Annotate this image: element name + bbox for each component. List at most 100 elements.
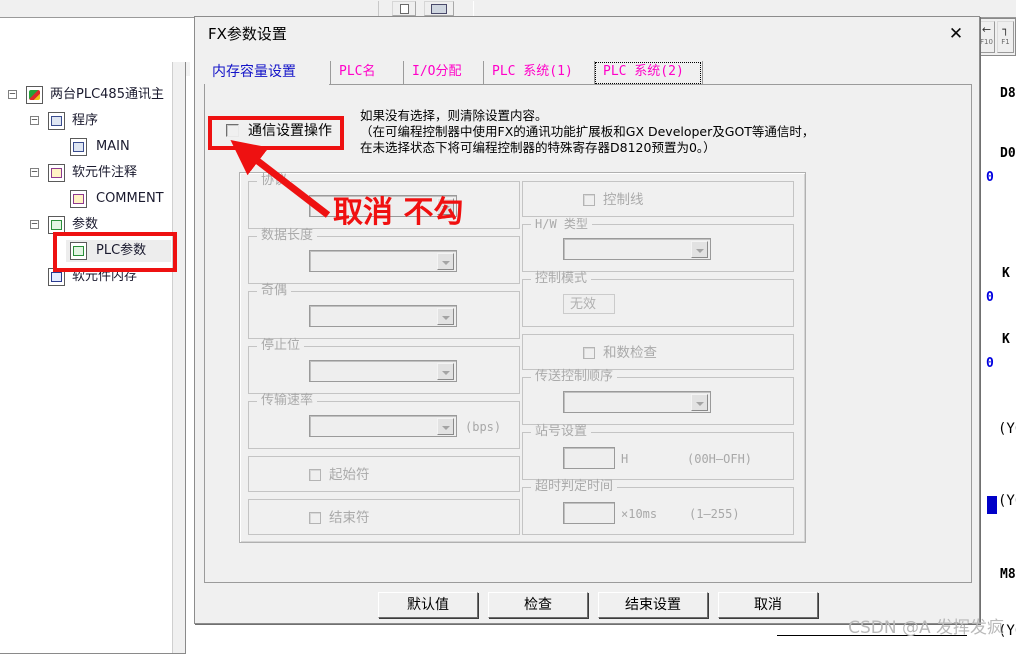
ladder-label: D8 (1000, 86, 1016, 101)
function-key-f10[interactable]: ← F10 (978, 21, 995, 53)
protocol-group: 协议 (248, 174, 520, 229)
chevron-down-icon[interactable] (437, 198, 454, 215)
tree-node-project[interactable]: – 两台PLC485通讯主 (4, 82, 171, 108)
ladder-label: M8 (1000, 567, 1016, 582)
tab-io-assignment[interactable]: I/O分配 (403, 61, 483, 85)
baud-rate-label: 传输速率 (257, 394, 318, 408)
checkbox-box[interactable] (583, 347, 595, 359)
tree-node-label: COMMENT (96, 191, 164, 206)
print-icon (431, 4, 447, 14)
timeout-group: 超时判定时间 ×10ms (1—255) (522, 480, 794, 535)
finish-setup-button[interactable]: 结束设置 (598, 592, 708, 618)
function-key-f1[interactable]: ┐ F1 (997, 21, 1014, 53)
tree-vertical-scrollbar[interactable] (172, 62, 185, 653)
start-char-label: 起始符 (329, 467, 370, 483)
tab-strip-end: . (702, 61, 719, 85)
chevron-down-icon[interactable] (437, 363, 454, 380)
ladder-value: 0 (986, 356, 994, 371)
dialog-titlebar: FX参数设置 ✕ (195, 17, 979, 49)
sum-check-group: 和数检查 (522, 334, 794, 370)
tab-plc-name[interactable]: PLC名 (330, 61, 403, 85)
ladder-value: 0 (986, 290, 994, 305)
control-mode-group: 控制模式 无效 (522, 272, 794, 327)
checkbox-box[interactable] (309, 469, 321, 481)
checkbox-box[interactable] (226, 124, 239, 137)
control-line-label: 控制线 (603, 192, 644, 208)
dialog-description: 如果没有选择，则清除设置内容。 （在可编程控制器中使用FX的通讯功能扩展板和GX… (360, 108, 980, 156)
communication-settings-panel: 协议 数据长度 奇偶 停止位 传输速率 (bps) 起始符 结束符 控制线 H/… (239, 172, 806, 543)
expander-icon[interactable]: – (30, 220, 39, 229)
ladder-coil: (Y0 (998, 421, 1016, 437)
tab-memory-capacity[interactable]: 内存容量设置 (204, 61, 330, 85)
stop-bit-group: 停止位 (248, 339, 520, 394)
station-number-input[interactable] (563, 447, 615, 469)
data-length-combo[interactable] (309, 250, 457, 272)
communication-setting-checkbox[interactable]: 通信设置操作 (212, 119, 344, 144)
stop-bit-combo[interactable] (309, 360, 457, 382)
comment-folder-icon (48, 164, 65, 182)
station-number-range: (00H—OFH) (687, 452, 753, 466)
ladder-label: K (1002, 332, 1010, 347)
ladder-label: K (1002, 266, 1010, 281)
parity-group: 奇偶 (248, 284, 520, 339)
tree-node-label: 程序 (72, 113, 99, 128)
tree-node-main[interactable]: MAIN (4, 134, 171, 160)
tree-node-label: 软元件内存 (72, 269, 138, 284)
description-line-1: 如果没有选择，则清除设置内容。 (360, 108, 548, 123)
settings-right-column: 控制线 H/W 类型 控制模式 无效 和数检查 传送控制顺序 站号设置 H (0… (522, 181, 794, 542)
baud-rate-combo[interactable] (309, 415, 457, 437)
close-icon[interactable]: ✕ (943, 23, 969, 45)
screen: × – 两台PLC485通讯主 – 程序 MAIN – 软元件注释 (0, 0, 1016, 654)
expander-icon[interactable]: – (30, 168, 39, 177)
cancel-button[interactable]: 取消 (718, 592, 818, 618)
tree-node-comment-folder[interactable]: – 软元件注释 (4, 160, 171, 186)
tree-node-device-memory[interactable]: 软元件内存 (4, 264, 171, 290)
chevron-down-icon[interactable] (691, 394, 708, 411)
hw-type-combo[interactable] (563, 238, 711, 260)
transmission-control-group: 传送控制顺序 (522, 370, 794, 425)
default-button[interactable]: 默认值 (378, 592, 478, 618)
end-char-group: 结束符 (248, 499, 520, 535)
print-preview-button[interactable] (424, 1, 454, 16)
contact-icon: ┐ (1002, 23, 1009, 36)
chevron-down-icon[interactable] (691, 241, 708, 258)
station-number-unit: H (621, 452, 629, 466)
tree-node-comment[interactable]: COMMENT (4, 186, 171, 212)
checkbox-box[interactable] (309, 512, 321, 524)
timeout-label: 超时判定时间 (531, 480, 618, 494)
parity-label: 奇偶 (257, 284, 292, 298)
parity-combo[interactable] (309, 305, 457, 327)
chevron-down-icon[interactable] (437, 418, 454, 435)
checkbox-box[interactable] (583, 194, 595, 206)
plc-parameter-icon (70, 242, 87, 260)
data-length-group: 数据长度 (248, 229, 520, 284)
expander-icon[interactable]: – (30, 116, 39, 125)
description-line-2: （在可编程控制器中使用FX的通讯功能扩展板和GX Developer及GOT等通… (360, 124, 815, 139)
function-key-label: F1 (1001, 38, 1010, 46)
floating-function-key-toolbar[interactable]: ← F10 ┐ F1 (975, 18, 1016, 56)
tree-node-parameter-folder[interactable]: – 参数 (4, 212, 171, 238)
protocol-combo[interactable] (309, 195, 457, 217)
page-icon (399, 4, 409, 14)
new-file-button[interactable] (392, 1, 416, 16)
tab-plc-system-2[interactable]: PLC 系统(2) (594, 61, 702, 85)
project-tree-panel[interactable]: – 两台PLC485通讯主 – 程序 MAIN – 软元件注释 COMMENT (0, 62, 186, 654)
timeout-input[interactable] (563, 502, 615, 524)
expander-icon[interactable]: – (8, 90, 17, 99)
control-line-group: 控制线 (522, 181, 794, 217)
comment-icon (70, 190, 87, 208)
project-tree[interactable]: – 两台PLC485通讯主 – 程序 MAIN – 软元件注释 COMMENT (0, 78, 171, 653)
ladder-coil: (Y0 (998, 493, 1016, 509)
transmission-control-combo[interactable] (563, 391, 711, 413)
tree-node-plc-parameter[interactable]: PLC参数 (4, 238, 171, 264)
tree-node-program-folder[interactable]: – 程序 (4, 108, 171, 134)
tab-strip[interactable]: 内存容量设置 PLC名 I/O分配 PLC 系统(1) PLC 系统(2) . (204, 61, 972, 85)
protocol-label: 协议 (257, 174, 292, 188)
transmission-control-label: 传送控制顺序 (531, 370, 618, 384)
tab-plc-system-1[interactable]: PLC 系统(1) (483, 61, 594, 85)
chevron-down-icon[interactable] (437, 253, 454, 270)
chevron-down-icon[interactable] (437, 308, 454, 325)
settings-left-column: 协议 数据长度 奇偶 停止位 传输速率 (bps) 起始符 结束符 (248, 174, 520, 542)
check-button[interactable]: 检查 (488, 592, 588, 618)
timeout-unit: ×10ms (621, 507, 658, 521)
